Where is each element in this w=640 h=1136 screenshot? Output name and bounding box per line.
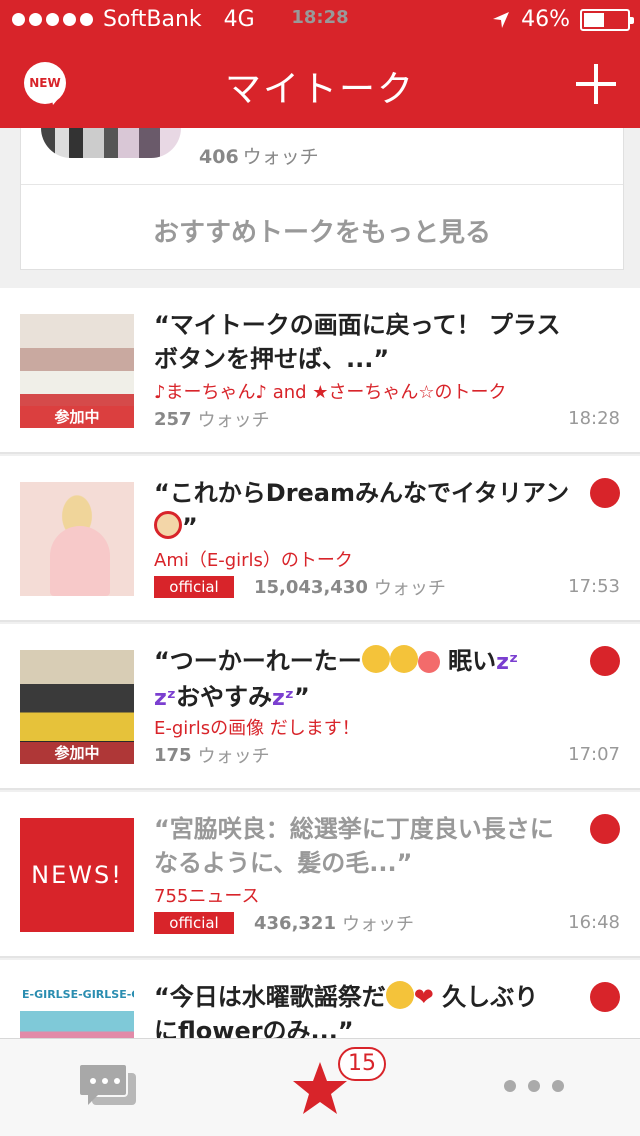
recommended-watch: 406 ウォッチ bbox=[199, 142, 319, 169]
talk-owner: ♪まーちゃん♪ and ★さーちゃん☆のトーク bbox=[154, 382, 507, 403]
talk-title-line: “今日は水曜歌謡祭だ bbox=[154, 983, 386, 1011]
watch-label: ウォッチ bbox=[197, 410, 270, 431]
talk-meta: 257 ウォッチ bbox=[154, 406, 270, 432]
talk-title: “つーかーれーたー 眠いzᶻ zᶻおやすみzᶻ” bbox=[154, 644, 574, 716]
talk-owner: E-girlsの画像 だします！ bbox=[154, 718, 360, 739]
list-item[interactable]: 参加中 “マイトークの画面に戻って！ プラス ボタンを押せば、...” ♪まーち… bbox=[0, 288, 640, 454]
talk-time: 18:28 bbox=[568, 408, 620, 429]
talk-title-line: ボタンを押せば、...” bbox=[154, 345, 390, 373]
plus-icon[interactable] bbox=[576, 64, 616, 104]
unread-dot-icon bbox=[590, 982, 620, 1012]
location-icon bbox=[493, 11, 510, 28]
talk-meta: 175 ウォッチ bbox=[154, 742, 270, 768]
top-bar: SoftBank 4G 18:28 46% NEW マイトーク bbox=[0, 0, 640, 128]
official-badge: official bbox=[154, 576, 234, 598]
unread-dot-icon bbox=[590, 478, 620, 508]
chat-bubbles-icon[interactable] bbox=[78, 1063, 136, 1111]
talk-owner: 755ニュース bbox=[154, 886, 260, 907]
app-header: NEW マイトーク bbox=[0, 40, 640, 128]
battery-percent: 46% bbox=[521, 7, 570, 32]
star-badge: 15 bbox=[338, 1047, 386, 1081]
thumbnail-caption: E-GIRLSE-GIRLSE-GIRLS bbox=[22, 988, 134, 1001]
talk-title: “マイトークの画面に戻って！ プラス ボタンを押せば、...” bbox=[154, 308, 574, 376]
talk-title-line: “宮脇咲良：総選挙に丁度良い長さに bbox=[154, 815, 554, 843]
more-recommended-button[interactable]: おすすめトークをもっと見る bbox=[21, 212, 623, 249]
joined-tag: 参加中 bbox=[20, 406, 134, 428]
talk-meta: official 15,043,430 ウォッチ bbox=[154, 574, 446, 600]
anger-icon bbox=[417, 651, 440, 673]
talk-time: 17:07 bbox=[568, 744, 620, 765]
list-item[interactable]: E-GIRLSE-GIRLSE-GIRLS “今日は水曜歌謡祭だ ❤ 久しぶり に… bbox=[0, 960, 640, 1038]
talk-thumbnail: E-GIRLSE-GIRLSE-GIRLS bbox=[20, 986, 134, 1038]
talk-time: 16:48 bbox=[568, 912, 620, 933]
watch-label: ウォッチ bbox=[341, 914, 414, 935]
talk-time: 17:53 bbox=[568, 576, 620, 597]
sad-face-icon bbox=[389, 645, 418, 673]
unread-dot-icon bbox=[590, 646, 620, 676]
talk-title: “今日は水曜歌謡祭だ ❤ 久しぶり にflowerのみ...” bbox=[154, 980, 574, 1038]
joined-tag: 参加中 bbox=[20, 742, 134, 764]
news-thumbnail: NEWS! bbox=[20, 818, 134, 932]
tired-face-icon bbox=[361, 645, 390, 673]
talk-thumbnail: 参加中 bbox=[20, 314, 134, 428]
list-item[interactable]: “これからDreamみんなでイタリアン ” Ami（E-girls）のトーク o… bbox=[0, 456, 640, 622]
battery-icon bbox=[580, 8, 634, 31]
unread-dot-icon bbox=[590, 814, 620, 844]
official-badge: official bbox=[154, 912, 234, 934]
pasta-emoji-icon bbox=[154, 511, 182, 539]
watch-count: 436,321 bbox=[254, 912, 336, 934]
status-bar: SoftBank 4G 18:28 46% bbox=[0, 0, 640, 40]
watch-label: ウォッチ bbox=[373, 578, 446, 599]
page-title: マイトーク bbox=[224, 69, 415, 110]
smile-face-icon bbox=[385, 981, 414, 1009]
talk-title-line: なるように、髪の毛...” bbox=[154, 849, 413, 877]
talk-owner: Ami（E-girls）のトーク bbox=[154, 550, 353, 571]
recommended-thumbnail[interactable] bbox=[41, 128, 181, 158]
watch-label: ウォッチ bbox=[197, 746, 270, 767]
talk-title: “宮脇咲良：総選挙に丁度良い長さに なるように、髪の毛...” bbox=[154, 812, 574, 880]
recommended-watch-label: ウォッチ bbox=[242, 146, 319, 168]
recommended-card: 406 ウォッチ おすすめトークをもっと見る bbox=[20, 128, 624, 270]
watch-count: 175 bbox=[154, 744, 192, 766]
talk-meta: official 436,321 ウォッチ bbox=[154, 910, 414, 936]
more-dots-icon[interactable] bbox=[504, 1080, 564, 1092]
talk-thumbnail bbox=[20, 482, 134, 596]
divider bbox=[21, 184, 623, 185]
talk-title-line: 久しぶり bbox=[442, 983, 539, 1011]
watch-count: 15,043,430 bbox=[254, 576, 368, 598]
sleep-icon: zᶻ bbox=[496, 650, 519, 675]
talk-title-line: ” bbox=[294, 683, 310, 711]
watch-count: 257 bbox=[154, 408, 192, 430]
talk-title-line: 眠い bbox=[448, 647, 497, 675]
sleep-icon: zᶻ bbox=[154, 686, 176, 711]
sleep-icon: zᶻ bbox=[272, 686, 294, 711]
talk-title-line: “マイトークの画面に戻って！ プラス bbox=[154, 311, 561, 339]
recommended-watch-count: 406 bbox=[199, 146, 239, 168]
talk-title-line: にflowerのみ...” bbox=[154, 1017, 354, 1038]
talk-title-line: “つーかーれーたー bbox=[154, 647, 362, 675]
list-item[interactable]: 参加中 “つーかーれーたー 眠いzᶻ zᶻおやすみzᶻ” E-girlsの画像 … bbox=[0, 624, 640, 790]
list-item[interactable]: NEWS! “宮脇咲良：総選挙に丁度良い長さに なるように、髪の毛...” 75… bbox=[0, 792, 640, 958]
talk-title: “これからDreamみんなでイタリアン ” bbox=[154, 476, 574, 544]
talk-title-line: “これからDreamみんなでイタリアン bbox=[154, 479, 570, 507]
talk-list: 参加中 “マイトークの画面に戻って！ プラス ボタンを押せば、...” ♪まーち… bbox=[0, 288, 640, 1038]
talk-thumbnail: 参加中 bbox=[20, 650, 134, 764]
talk-title-line: おやすみ bbox=[176, 683, 272, 711]
talk-title-line: ” bbox=[182, 513, 198, 541]
heart-icon: ❤ bbox=[413, 983, 434, 1011]
